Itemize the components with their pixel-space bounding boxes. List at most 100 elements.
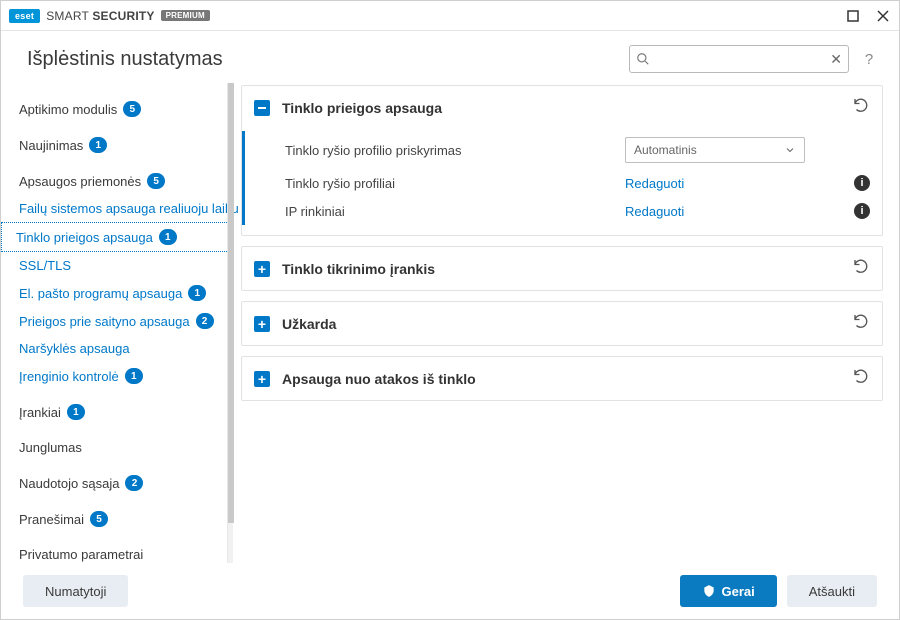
sidebar-item-badge: 1 xyxy=(159,229,177,245)
sidebar-item-label: Junglumas xyxy=(19,440,82,455)
sidebar-item-label: Apsaugos priemonės xyxy=(19,174,141,189)
sidebar-item-label: Pranešimai xyxy=(19,512,84,527)
sidebar-item-label: Aptikimo modulis xyxy=(19,102,117,117)
window-close-icon[interactable] xyxy=(875,8,891,24)
ok-button[interactable]: Gerai xyxy=(680,575,777,607)
expand-icon[interactable] xyxy=(254,261,270,277)
app-window: eset SMART SECURITY PREMIUM Išplėstinis … xyxy=(0,0,900,620)
expand-icon[interactable] xyxy=(254,316,270,332)
select-profile-assignment[interactable]: Automatinis xyxy=(625,137,805,163)
search-icon xyxy=(636,52,650,66)
brand-badge: eset xyxy=(9,9,40,23)
sidebar-item-badge: 1 xyxy=(125,368,143,384)
window-maximize-icon[interactable] xyxy=(845,8,861,24)
sidebar-item-label: Naujinimas xyxy=(19,138,83,153)
panel-0: Tinklo prieigos apsauga Tinklo ryšio prof… xyxy=(241,85,883,236)
sidebar-item-label: Prieigos prie saityno apsauga xyxy=(19,314,190,329)
info-icon[interactable]: i xyxy=(854,175,870,191)
sidebar-item-label: Įrankiai xyxy=(19,405,61,420)
titlebar: eset SMART SECURITY PREMIUM xyxy=(1,1,899,31)
sidebar-item-badge: 2 xyxy=(196,313,214,329)
sidebar-item-badge: 1 xyxy=(89,137,107,153)
search-box[interactable]: ✕ xyxy=(629,45,849,73)
sidebar-item-label: El. pašto programų apsauga xyxy=(19,286,182,301)
panel-title: Tinklo tikrinimo įrankis xyxy=(282,261,840,277)
default-button[interactable]: Numatytoji xyxy=(23,575,128,607)
sidebar-item-8[interactable]: Naršyklės apsauga xyxy=(1,335,233,362)
setting-label: Tinklo ryšio profilio priskyrimas xyxy=(285,143,615,158)
sidebar-item-9[interactable]: Įrenginio kontrolė 1 xyxy=(1,362,233,390)
sidebar-item-1[interactable]: Naujinimas 1 xyxy=(1,131,233,159)
edit-link[interactable]: Redaguoti xyxy=(625,176,684,191)
brand-name-bold: SECURITY xyxy=(92,9,154,23)
sidebar-item-badge: 2 xyxy=(125,475,143,491)
sidebar-item-7[interactable]: Prieigos prie saityno apsauga 2 xyxy=(1,307,233,335)
sidebar-item-label: Tinklo prieigos apsauga xyxy=(16,230,153,245)
sidebar-item-label: Naršyklės apsauga xyxy=(19,341,130,356)
sidebar-item-badge: 1 xyxy=(188,285,206,301)
setting-row-0: Tinklo ryšio profilio priskyrimas Automat… xyxy=(242,131,882,169)
sidebar-item-2[interactable]: Apsaugos priemonės 5 xyxy=(1,167,233,195)
panel-body: Tinklo ryšio profilio priskyrimas Automat… xyxy=(242,129,882,235)
sidebar-item-5[interactable]: SSL/TLS xyxy=(1,252,233,279)
help-button[interactable]: ? xyxy=(859,51,879,68)
setting-row-2: IP rinkiniai Redaguoti i xyxy=(242,197,882,225)
revert-icon[interactable] xyxy=(852,367,870,390)
sidebar-item-13[interactable]: Pranešimai 5 xyxy=(1,505,233,533)
sidebar-item-12[interactable]: Naudotojo sąsaja 2 xyxy=(1,469,233,497)
setting-label: Tinklo ryšio profiliai xyxy=(285,176,615,191)
setting-row-1: Tinklo ryšio profiliai Redaguoti i xyxy=(242,169,882,197)
revert-icon[interactable] xyxy=(852,257,870,280)
revert-icon[interactable] xyxy=(852,312,870,335)
shield-icon xyxy=(702,584,716,598)
revert-icon[interactable] xyxy=(852,96,870,119)
info-icon[interactable]: i xyxy=(854,203,870,219)
cancel-button[interactable]: Atšaukti xyxy=(787,575,877,607)
panel-1: Tinklo tikrinimo įrankis xyxy=(241,246,883,291)
panel-title: Apsauga nuo atakos iš tinklo xyxy=(282,371,840,387)
page-title: Išplėstinis nustatymas xyxy=(27,48,619,71)
panel-3: Apsauga nuo atakos iš tinklo xyxy=(241,356,883,401)
chevron-down-icon xyxy=(784,144,796,156)
panel-header[interactable]: Tinklo prieigos apsauga xyxy=(242,86,882,129)
panel-title: Užkarda xyxy=(282,316,840,332)
setting-label: IP rinkiniai xyxy=(285,204,615,219)
footer: Numatytoji Gerai Atšaukti xyxy=(1,563,899,619)
ok-button-label: Gerai xyxy=(722,584,755,599)
sidebar-item-11[interactable]: Junglumas xyxy=(1,434,233,461)
sidebar-item-10[interactable]: Įrankiai1 xyxy=(1,398,233,426)
brand-name: SMART SECURITY xyxy=(46,9,154,23)
sidebar-item-4[interactable]: Tinklo prieigos apsauga 1 xyxy=(1,222,233,252)
expand-icon[interactable] xyxy=(254,371,270,387)
sidebar-item-label: Naudotojo sąsaja xyxy=(19,476,119,491)
panel-header[interactable]: Tinklo tikrinimo įrankis xyxy=(242,247,882,290)
sidebar-item-label: SSL/TLS xyxy=(19,258,71,273)
header: Išplėstinis nustatymas ✕ ? xyxy=(1,31,899,83)
panel-header[interactable]: Užkarda xyxy=(242,302,882,345)
window-controls xyxy=(845,8,891,24)
body: Aptikimo modulis 5 Naujinimas 1 Apsaugos pri… xyxy=(1,83,899,563)
collapse-icon[interactable] xyxy=(254,100,270,116)
sidebar-item-label: Įrenginio kontrolė xyxy=(19,369,119,384)
main-content: Tinklo prieigos apsauga Tinklo ryšio prof… xyxy=(233,83,899,563)
panel-2: Užkarda xyxy=(241,301,883,346)
edit-link[interactable]: Redaguoti xyxy=(625,204,684,219)
panel-header[interactable]: Apsauga nuo atakos iš tinklo xyxy=(242,357,882,400)
sidebar-item-badge: 5 xyxy=(90,511,108,527)
sidebar-item-14[interactable]: Privatumo parametrai xyxy=(1,541,233,563)
sidebar-item-badge: 5 xyxy=(123,101,141,117)
panel-title: Tinklo prieigos apsauga xyxy=(282,100,840,116)
sidebar-item-0[interactable]: Aptikimo modulis 5 xyxy=(1,95,233,123)
sidebar-item-label: Failų sistemos apsauga realiuoju laiku xyxy=(19,201,239,216)
clear-search-icon[interactable]: ✕ xyxy=(830,52,842,66)
select-value: Automatinis xyxy=(634,143,697,157)
brand-name-light: SMART xyxy=(46,9,89,23)
sidebar-item-badge: 5 xyxy=(147,173,165,189)
sidebar: Aptikimo modulis 5 Naujinimas 1 Apsaugos pri… xyxy=(1,83,233,563)
sidebar-item-3[interactable]: Failų sistemos apsauga realiuoju laiku xyxy=(1,195,233,222)
search-input[interactable] xyxy=(656,46,824,72)
sidebar-scrollbar[interactable] xyxy=(227,83,233,563)
sidebar-item-label: Privatumo parametrai xyxy=(19,547,143,562)
brand: eset SMART SECURITY PREMIUM xyxy=(9,9,210,23)
sidebar-item-6[interactable]: El. pašto programų apsauga 1 xyxy=(1,279,233,307)
